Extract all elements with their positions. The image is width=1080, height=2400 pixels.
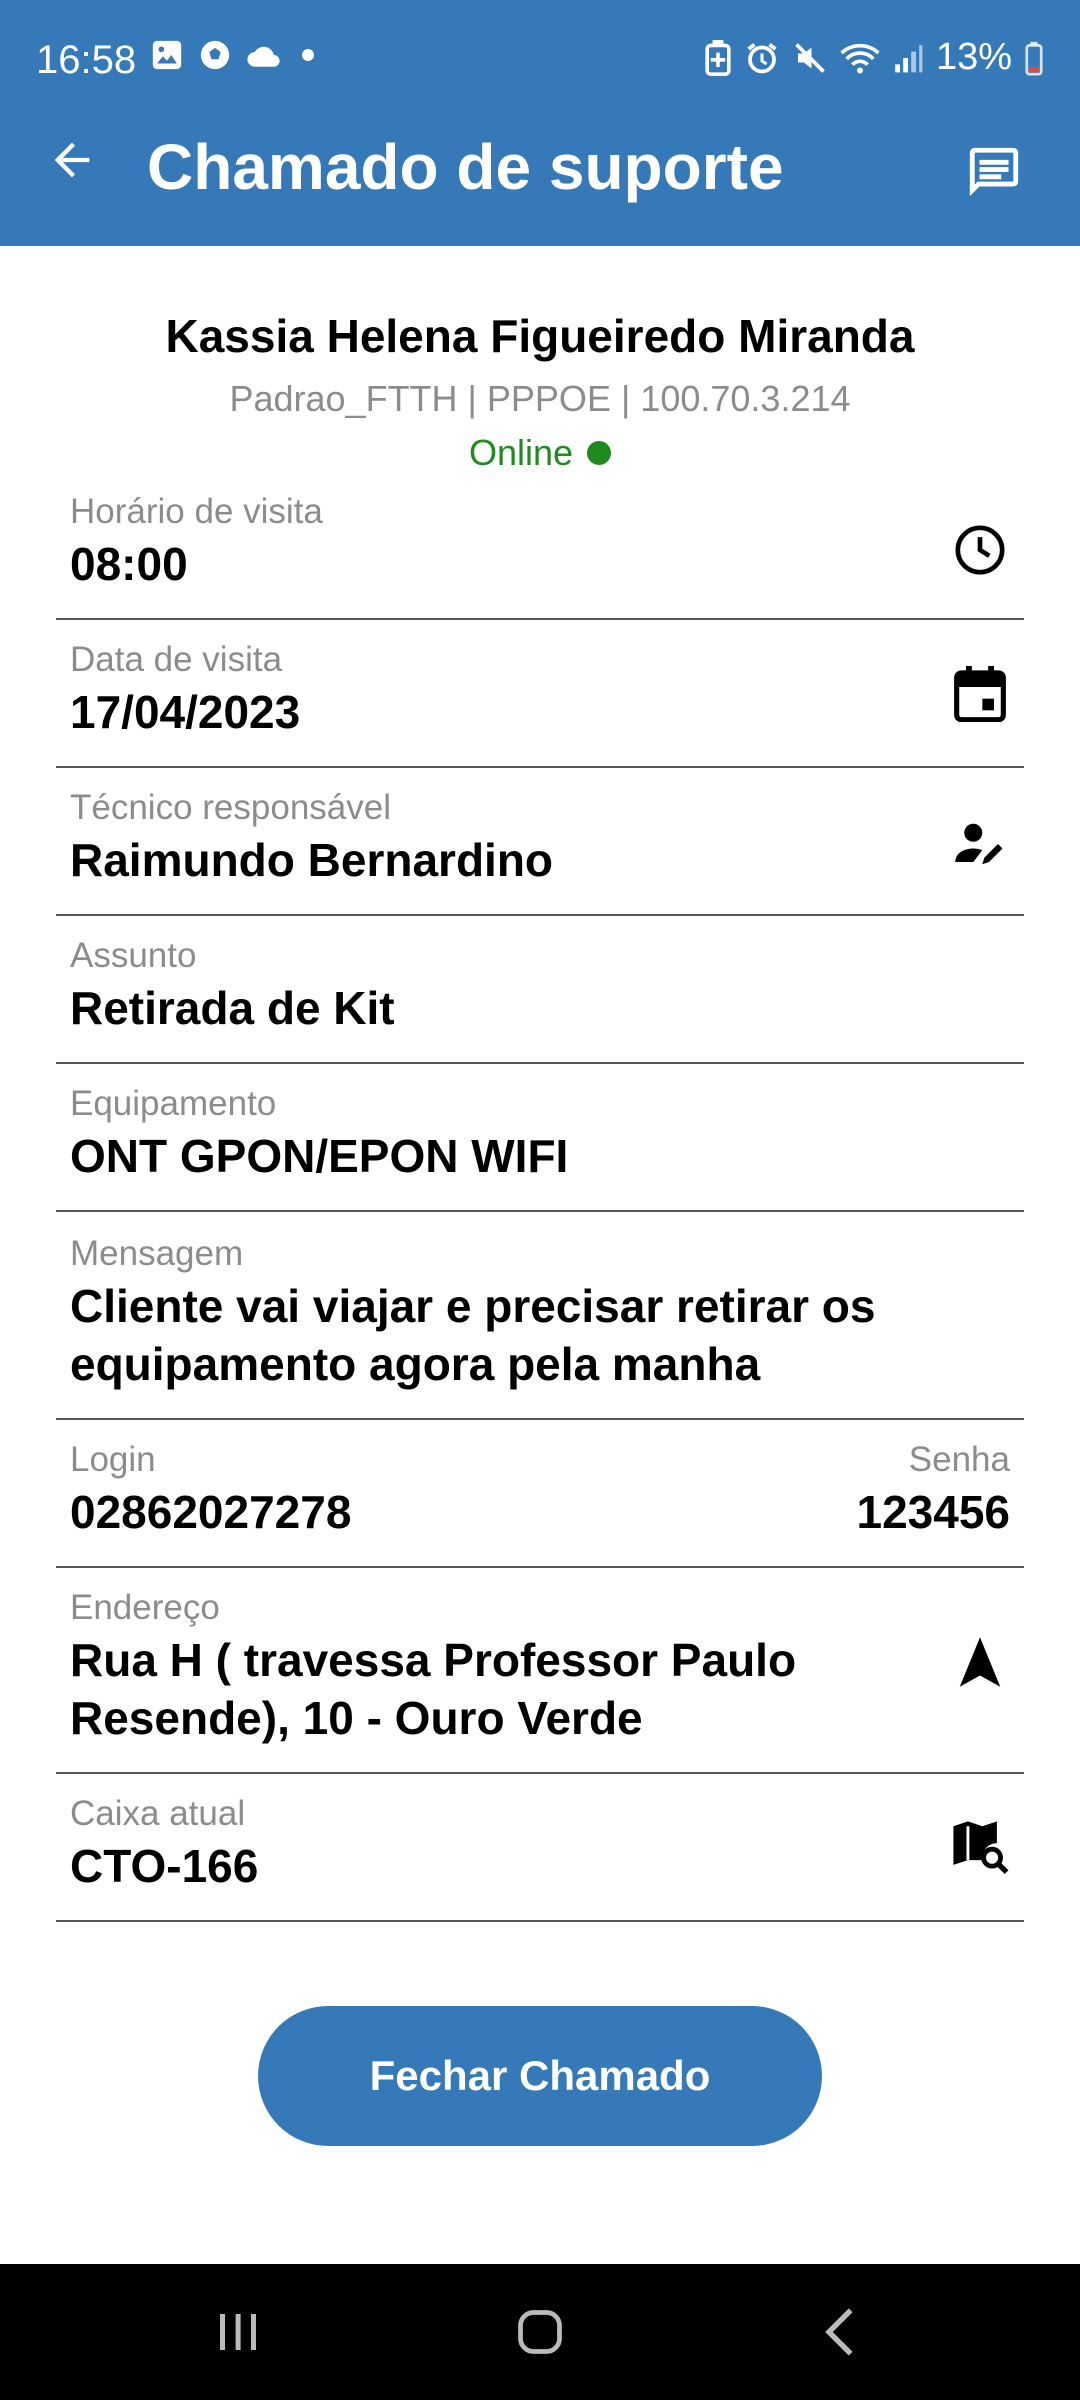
client-plan-info: Padrao_FTTH | PPPOE | 100.70.3.214 bbox=[229, 378, 851, 419]
cloud-icon bbox=[246, 40, 284, 70]
connection-status-label: Online bbox=[468, 432, 574, 473]
close-ticket-button[interactable]: Fechar Chamado bbox=[258, 2006, 822, 2146]
client-header: Kassia Helena Figueiredo Miranda Padrao_… bbox=[0, 306, 1080, 478]
field-address[interactable]: Endereço Rua H ( travessa Professor Paul… bbox=[56, 1568, 1024, 1774]
field-label: Horário de visita bbox=[70, 492, 323, 531]
field-value: Raimundo Bernardino bbox=[70, 834, 554, 886]
field-credentials: Login 02862027278 Senha 123456 bbox=[56, 1420, 1024, 1568]
field-equipment: Equipamento ONT GPON/EPON WIFI bbox=[56, 1064, 1024, 1212]
field-current-box[interactable]: Caixa atual CTO-166 bbox=[56, 1774, 1024, 1922]
login-value: 02862027278 bbox=[70, 1486, 352, 1538]
online-dot-icon bbox=[587, 441, 612, 465]
wifi-icon bbox=[840, 40, 880, 76]
page-title: Chamado de suporte bbox=[147, 131, 784, 203]
field-value: 17/04/2023 bbox=[70, 686, 301, 738]
system-nav-bar bbox=[0, 2264, 1080, 2400]
field-label: Endereço bbox=[70, 1588, 220, 1627]
field-value: Retirada de Kit bbox=[70, 982, 395, 1034]
login-label: Login bbox=[70, 1440, 156, 1479]
field-message: Mensagem Cliente vai viajar e precisar r… bbox=[56, 1212, 1024, 1420]
back-button[interactable] bbox=[40, 130, 104, 194]
field-subject: Assunto Retirada de Kit bbox=[56, 916, 1024, 1064]
field-label: Mensagem bbox=[70, 1234, 244, 1273]
field-value-line: Resende), 10 - Ouro Verde bbox=[70, 1692, 643, 1744]
map-search-icon[interactable] bbox=[950, 1818, 1010, 1878]
home-icon bbox=[514, 2306, 566, 2363]
soccer-ball-icon bbox=[198, 38, 232, 72]
calendar-icon[interactable] bbox=[950, 664, 1010, 724]
message-icon bbox=[965, 143, 1023, 206]
field-label: Técnico responsável bbox=[70, 788, 391, 827]
field-technician[interactable]: Técnico responsável Raimundo Bernardino bbox=[56, 768, 1024, 916]
connection-status: Online bbox=[468, 428, 612, 478]
mute-icon bbox=[792, 40, 828, 76]
field-label: Equipamento bbox=[70, 1084, 277, 1123]
field-value: ONT GPON/EPON WIFI bbox=[70, 1130, 569, 1182]
field-value-line: Cliente vai viajar e precisar retirar os bbox=[70, 1280, 876, 1332]
signal-icon bbox=[892, 42, 924, 74]
field-visit-date[interactable]: Data de visita 17/04/2023 bbox=[56, 620, 1024, 768]
client-name: Kassia Helena Figueiredo Miranda bbox=[165, 310, 915, 362]
arrow-back-icon bbox=[46, 134, 98, 191]
password-value: 123456 bbox=[856, 1486, 1011, 1538]
message-button[interactable] bbox=[962, 142, 1026, 206]
image-icon bbox=[150, 38, 184, 72]
home-button[interactable] bbox=[500, 2294, 580, 2374]
field-value: 08:00 bbox=[70, 538, 188, 590]
system-back-button[interactable] bbox=[802, 2294, 882, 2374]
battery-level: 13% bbox=[935, 36, 1012, 78]
clock-icon[interactable] bbox=[950, 520, 1010, 580]
field-label: Assunto bbox=[70, 936, 197, 975]
battery-icon bbox=[1024, 40, 1044, 76]
app-bar: 16:58 13% Chamado de suporte bbox=[0, 0, 1080, 246]
recent-apps-button[interactable] bbox=[198, 2294, 278, 2374]
alarm-icon bbox=[744, 40, 780, 76]
field-visit-time[interactable]: Horário de visita 08:00 bbox=[56, 484, 1024, 620]
field-label: Data de visita bbox=[70, 640, 283, 679]
field-value-line: equipamento agora pela manha bbox=[70, 1338, 761, 1390]
navigation-icon[interactable] bbox=[950, 1632, 1010, 1692]
status-time: 16:58 bbox=[36, 38, 137, 82]
battery-saver-icon bbox=[704, 39, 732, 76]
recent-apps-icon bbox=[214, 2310, 262, 2359]
field-value: CTO-166 bbox=[70, 1840, 259, 1892]
field-value-line: Rua H ( travessa Professor Paulo bbox=[70, 1634, 797, 1686]
field-label: Caixa atual bbox=[70, 1794, 246, 1833]
dot-icon bbox=[298, 45, 318, 65]
person-edit-icon[interactable] bbox=[950, 814, 1010, 874]
status-bar: 16:58 13% bbox=[0, 0, 1080, 120]
password-label: Senha bbox=[908, 1440, 1010, 1479]
chevron-left-icon bbox=[820, 2306, 864, 2363]
